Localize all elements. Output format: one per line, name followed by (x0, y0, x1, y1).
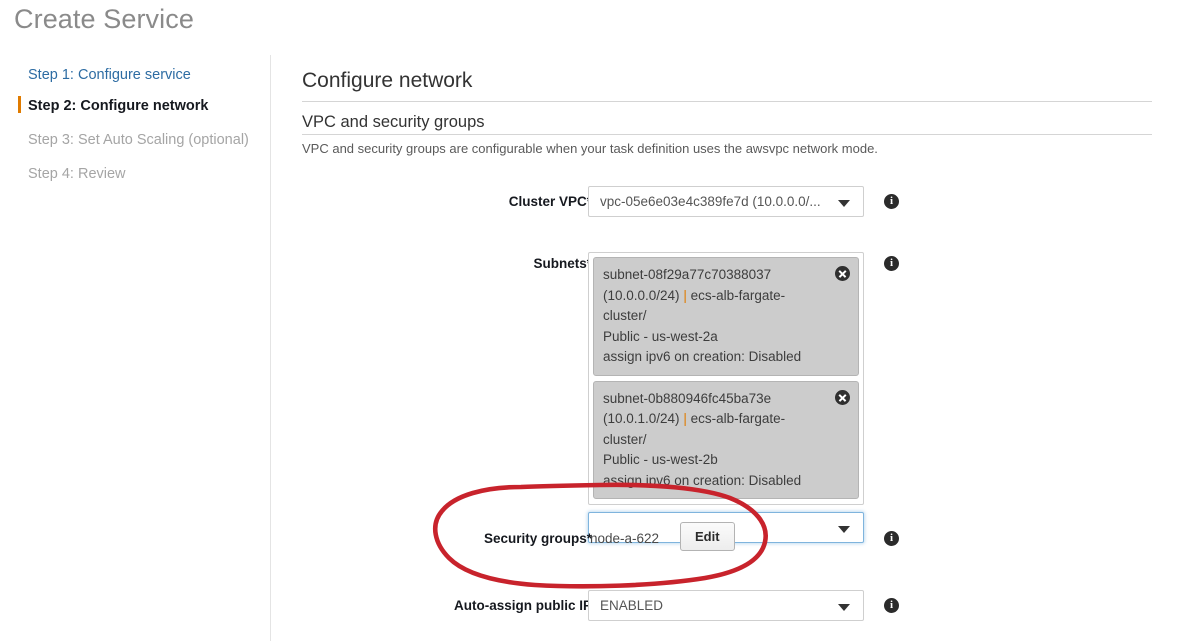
subnet-separator: | (683, 287, 687, 303)
cluster-vpc-control: vpc-05e6e03e4c389fe7d (10.0.0.0/... (588, 186, 864, 217)
subnet-ipv6: assign ipv6 on creation: Disabled (603, 349, 802, 364)
cluster-vpc-label: Cluster VPC* (509, 194, 592, 209)
section-title: Configure network (302, 69, 473, 92)
edit-security-groups-button[interactable]: Edit (680, 522, 735, 551)
subsection-description: VPC and security groups are configurable… (302, 141, 878, 156)
subnets-multiselect[interactable]: subnet-08f29a77c70388037 (10.0.0.0/24) |… (588, 252, 864, 505)
auto-assign-public-ip-control: ENABLED (588, 590, 864, 621)
page-title: Create Service (14, 4, 194, 34)
close-icon[interactable] (835, 389, 850, 405)
sidebar-item-step-4: Step 4: Review (28, 166, 126, 182)
sidebar-item-step-1[interactable]: Step 1: Configure service (28, 66, 191, 84)
subnet-zone: Public - us-west-2a (603, 328, 718, 344)
subnet-cidr: (10.0.0.0/24) (603, 287, 680, 303)
auto-assign-public-ip-label: Auto-assign public IP (454, 598, 592, 613)
info-icon[interactable]: i (884, 256, 899, 271)
subnet-id: subnet-08f29a77c70388037 (603, 267, 772, 282)
wizard-sidebar: Step 1: Configure service Step 2: Config… (0, 55, 271, 641)
subnet-cidr: (10.0.1.0/24) (603, 411, 680, 426)
close-icon[interactable] (835, 266, 850, 281)
subnet-token: subnet-0b880946fc45ba73e (10.0.1.0/24) |… (593, 380, 859, 499)
cluster-vpc-label-text: Cluster VPC (508, 194, 587, 209)
chevron-down-icon[interactable] (838, 200, 850, 207)
security-groups-value: node-a-622 (590, 531, 660, 546)
info-icon[interactable]: i (884, 531, 899, 546)
divider-top (302, 101, 1152, 102)
cluster-vpc-select[interactable]: vpc-05e6e03e4c389fe7d (10.0.0.0/... (588, 186, 864, 217)
subnet-meta-line: (10.0.1.0/24) | ecs-alb-fargate-cluster/ (603, 409, 828, 450)
auto-assign-public-ip-value: ENABLED (600, 598, 664, 613)
auto-assign-public-ip-select[interactable]: ENABLED (588, 590, 864, 621)
chevron-down-icon[interactable] (838, 526, 850, 533)
auto-assign-public-ip-label-text: Auto-assign public IP (453, 598, 592, 613)
subnet-meta-line: (10.0.0.0/24) | ecs-alb-fargate-cluster/ (603, 286, 828, 327)
info-icon[interactable]: i (884, 194, 899, 209)
subnets-label-text: Subnets (533, 256, 587, 271)
subnet-id: subnet-0b880946fc45ba73e (603, 390, 772, 406)
sidebar-item-step-2[interactable]: Step 2: Configure network (28, 97, 208, 115)
info-icon[interactable]: i (884, 598, 899, 613)
subnets-label: Subnets* (533, 256, 592, 271)
divider-subsection (302, 134, 1152, 135)
security-groups-label: Security groups* (484, 531, 592, 546)
subnet-ipv6: assign ipv6 on creation: Disabled (603, 472, 802, 488)
security-groups-label-text: Security groups (483, 531, 587, 546)
subnet-zone: Public - us-west-2b (603, 452, 718, 467)
subsection-title: VPC and security groups (302, 113, 485, 131)
cluster-vpc-value: vpc-05e6e03e4c389fe7d (10.0.0.0/... (600, 194, 821, 209)
subnet-separator: | (683, 411, 687, 426)
chevron-down-icon[interactable] (838, 604, 850, 611)
subnets-control: subnet-08f29a77c70388037 (10.0.0.0/24) |… (588, 252, 864, 543)
current-step-marker (18, 96, 21, 113)
subnet-token: subnet-08f29a77c70388037 (10.0.0.0/24) |… (593, 257, 859, 376)
sidebar-item-step-3: Step 3: Set Auto Scaling (optional) (28, 132, 249, 148)
